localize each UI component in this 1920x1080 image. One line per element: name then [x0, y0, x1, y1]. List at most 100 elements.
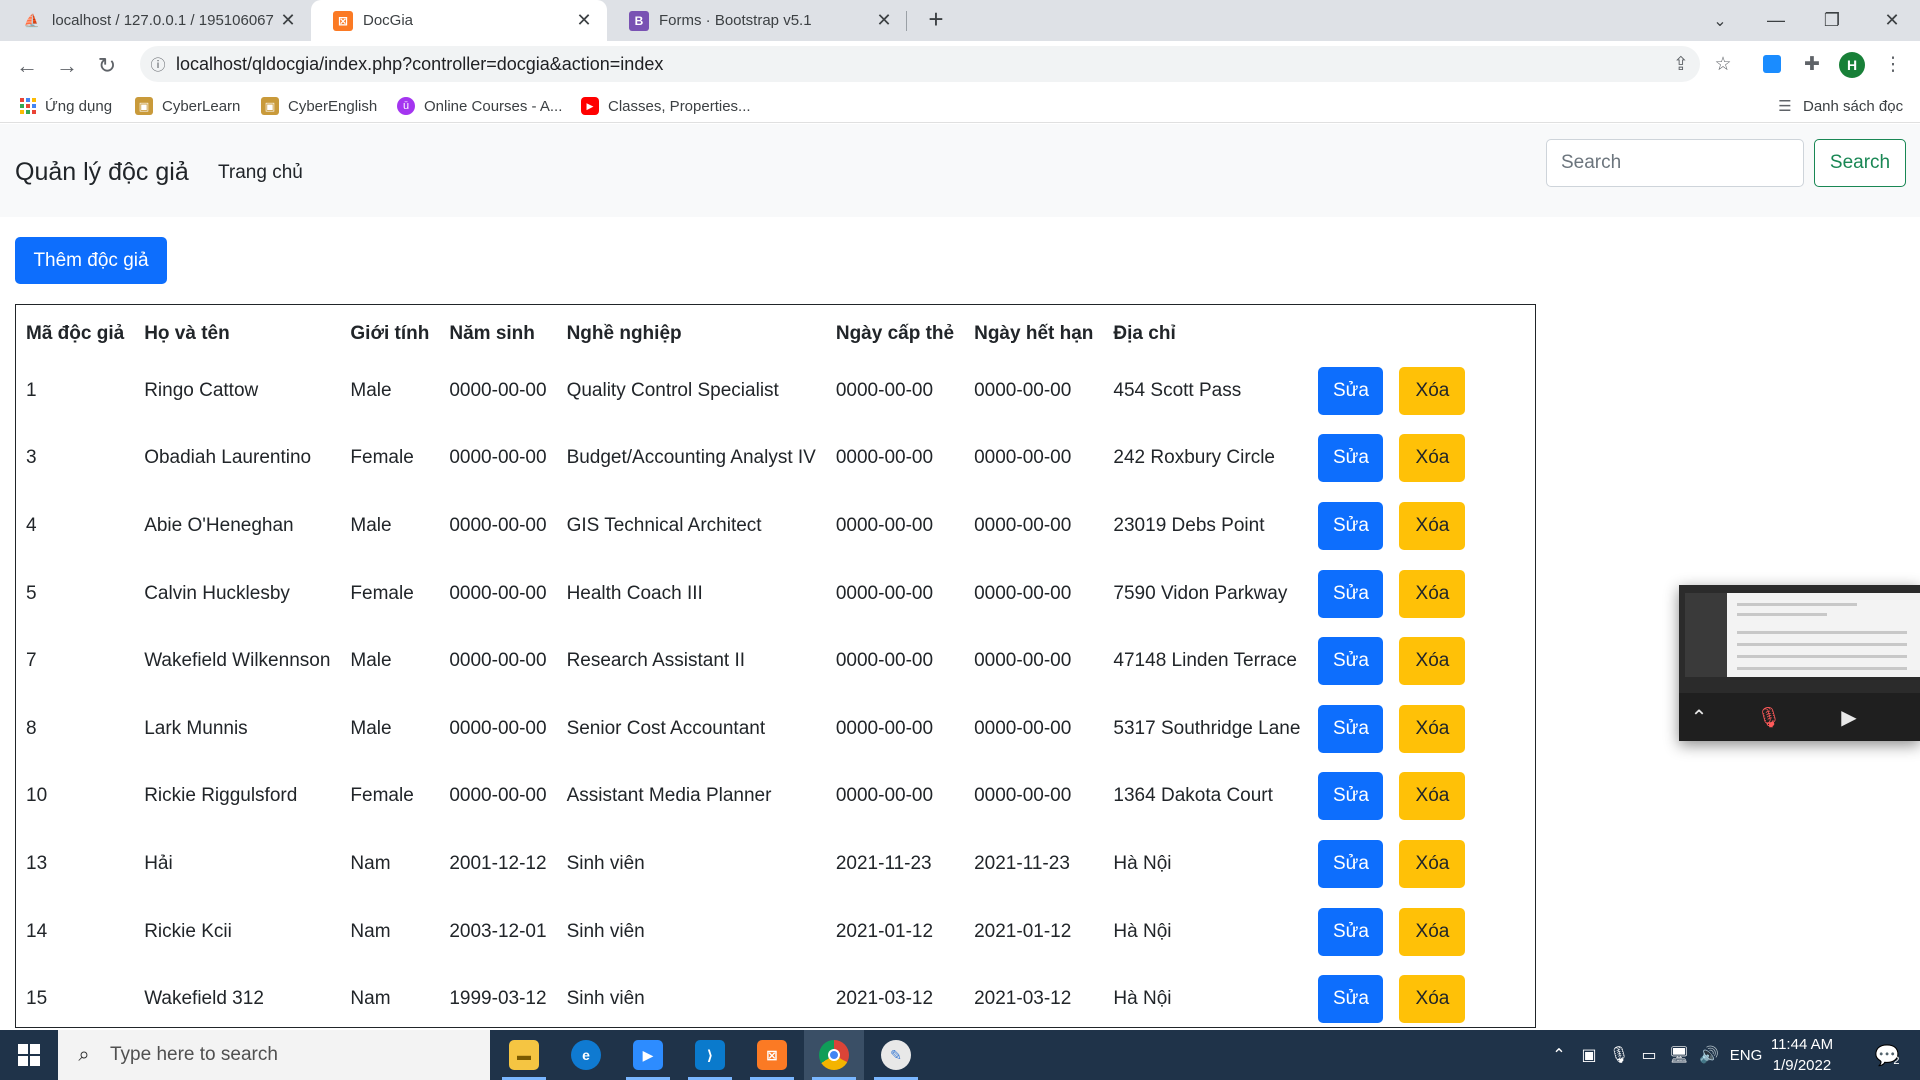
header-birth-date: Năm sinh: [449, 323, 535, 344]
delete-button[interactable]: Xóa: [1399, 839, 1466, 888]
cell-card-issue-date: 0000-00-00: [835, 582, 934, 604]
bookmark-online-courses[interactable]: ū Online Courses - A...: [397, 94, 562, 118]
volume-icon[interactable]: 🔊: [1696, 1030, 1722, 1080]
edge-icon[interactable]: e: [556, 1030, 616, 1080]
battery-icon[interactable]: ▭: [1636, 1030, 1662, 1080]
video-camera-icon[interactable]: ▶: [1829, 697, 1869, 737]
edit-button[interactable]: Sửa: [1318, 907, 1384, 956]
taskbar-search-box[interactable]: ⌕ Type here to search: [58, 1030, 490, 1080]
page-navbar: Quản lý độc giả Trang chủ Search: [0, 124, 1920, 217]
cell-birth-date: 2003-12-01: [449, 920, 547, 942]
edit-button[interactable]: Sửa: [1318, 366, 1384, 415]
restore-button[interactable]: ❐: [1804, 0, 1860, 41]
cell-edit: Sửa: [1310, 763, 1391, 831]
info-icon[interactable]: ⓘ: [140, 54, 176, 75]
bookmark-cyberlearn[interactable]: ▣ CyberLearn: [135, 94, 240, 118]
menu-kebab-icon[interactable]: ⋮: [1878, 49, 1908, 79]
reading-list[interactable]: ☰ Danh sách đọc: [1776, 94, 1903, 118]
start-button[interactable]: [0, 1030, 58, 1080]
microphone-icon[interactable]: 🎙: [1606, 1030, 1632, 1080]
back-button[interactable]: ←: [10, 49, 44, 83]
bookmark-label: CyberEnglish: [288, 97, 378, 115]
tab-docgia[interactable]: ⊠ DocGia ✕: [311, 0, 607, 41]
edit-button[interactable]: Sửa: [1318, 569, 1384, 618]
close-window-button[interactable]: ✕: [1864, 0, 1920, 41]
cell-address: 7590 Vidon Parkway: [1113, 582, 1288, 604]
bookmark-star-icon[interactable]: ☆: [1708, 49, 1738, 79]
xampp-icon[interactable]: ⊠: [742, 1030, 802, 1080]
vscode-icon[interactable]: ⟩: [680, 1030, 740, 1080]
chrome-icon[interactable]: [804, 1030, 864, 1080]
edit-button[interactable]: Sửa: [1318, 434, 1384, 483]
cell-occupation: Assistant Media Planner: [566, 785, 772, 807]
table-row: 3 Obadiah Laurentino Female 0000-00-00 Budge…: [16, 425, 1473, 493]
delete-button[interactable]: Xóa: [1399, 434, 1466, 483]
cell-edit: Sửa: [1310, 425, 1391, 493]
edit-button[interactable]: Sửa: [1318, 772, 1384, 821]
url-text[interactable]: localhost/qldocgia/index.php?controller=…: [176, 54, 663, 75]
cell-expiry-date: 2021-01-12: [974, 920, 1072, 942]
tab-bootstrap-forms[interactable]: B Forms · Bootstrap v5.1 ✕: [607, 0, 907, 41]
cell-address: 5317 Southridge Lane: [1113, 717, 1301, 739]
delete-button[interactable]: Xóa: [1399, 772, 1466, 821]
cell-delete: Xóa: [1391, 492, 1473, 560]
edit-button[interactable]: Sửa: [1318, 839, 1384, 888]
edit-button[interactable]: Sửa: [1318, 637, 1384, 686]
header-card-issue-date: Ngày cấp thẻ: [835, 323, 955, 344]
cell-reader-id: 13: [26, 852, 48, 874]
notification-center-icon[interactable]: 💬 2: [1862, 1030, 1912, 1080]
paint-icon[interactable]: ✎: [866, 1030, 926, 1080]
nav-link-home[interactable]: Trang chủ: [218, 162, 303, 184]
mic-muted-icon[interactable]: 🎙: [1749, 697, 1789, 737]
delete-button[interactable]: Xóa: [1399, 907, 1466, 956]
search-button[interactable]: Search: [1814, 139, 1906, 187]
tab-search-icon[interactable]: ⌄: [1692, 0, 1748, 41]
cell-gender: Male: [350, 650, 392, 672]
taskbar-clock[interactable]: 11:44 AM 1/9/2022: [1762, 1034, 1842, 1076]
delete-button[interactable]: Xóa: [1399, 637, 1466, 686]
delete-button[interactable]: Xóa: [1399, 975, 1466, 1024]
cell-expiry-date: 0000-00-00: [974, 650, 1072, 672]
close-icon[interactable]: ✕: [575, 10, 593, 31]
edit-button[interactable]: Sửa: [1318, 975, 1384, 1024]
cell-gender: Female: [350, 582, 414, 604]
meeting-preview-window[interactable]: ⌃ 🎙 ▶: [1679, 585, 1920, 741]
chevron-up-icon[interactable]: ⌃: [1546, 1030, 1572, 1080]
bookmark-apps[interactable]: Ứng dụng: [20, 94, 112, 118]
cell-expiry-date: 0000-00-00: [974, 447, 1072, 469]
navbar-brand[interactable]: Quản lý độc giả: [15, 158, 189, 187]
share-icon[interactable]: ⇪: [1666, 49, 1696, 79]
minimize-button[interactable]: —: [1748, 0, 1804, 41]
extensions-puzzle-icon[interactable]: ✚: [1797, 49, 1827, 79]
cell-full-name: Lark Munnis: [144, 717, 248, 739]
zoom-icon[interactable]: ▶: [618, 1030, 678, 1080]
close-icon[interactable]: ✕: [279, 10, 297, 31]
edit-button[interactable]: Sửa: [1318, 704, 1384, 753]
new-tab-button[interactable]: +: [921, 5, 951, 35]
edit-button[interactable]: Sửa: [1318, 501, 1384, 550]
close-icon[interactable]: ✕: [875, 10, 893, 31]
delete-button[interactable]: Xóa: [1399, 501, 1466, 550]
file-explorer-icon[interactable]: ▬: [494, 1030, 554, 1080]
tab-phpmyadmin[interactable]: ⛵ localhost / 127.0.0.1 / 195106067 ✕: [0, 0, 311, 41]
forward-button[interactable]: →: [50, 49, 84, 83]
address-bar[interactable]: ⓘ localhost/qldocgia/index.php?controlle…: [140, 46, 1700, 82]
meeting-tray-icon[interactable]: ▣: [1576, 1030, 1602, 1080]
cell-expiry-date: 0000-00-00: [974, 379, 1072, 401]
network-icon[interactable]: 🖥: [1666, 1030, 1692, 1080]
delete-button[interactable]: Xóa: [1399, 569, 1466, 618]
bookmark-classes-properties[interactable]: ▶ Classes, Properties...: [581, 94, 751, 118]
profile-avatar[interactable]: H: [1839, 52, 1865, 78]
delete-button[interactable]: Xóa: [1399, 366, 1466, 415]
delete-button[interactable]: Xóa: [1399, 704, 1466, 753]
reload-button[interactable]: ↻: [90, 49, 124, 83]
search-input[interactable]: [1546, 139, 1804, 187]
add-reader-button[interactable]: Thêm độc giả: [15, 237, 167, 284]
cell-occupation: Health Coach III: [566, 582, 703, 604]
bookmark-cyberenglish[interactable]: ▣ CyberEnglish: [261, 94, 377, 118]
chevron-up-icon[interactable]: ⌃: [1679, 697, 1719, 737]
cell-edit: Sửa: [1310, 830, 1391, 898]
cell-card-issue-date: 2021-01-12: [835, 920, 934, 942]
language-indicator[interactable]: ENG: [1726, 1030, 1766, 1080]
extension-droplet-icon[interactable]: [1757, 49, 1787, 79]
